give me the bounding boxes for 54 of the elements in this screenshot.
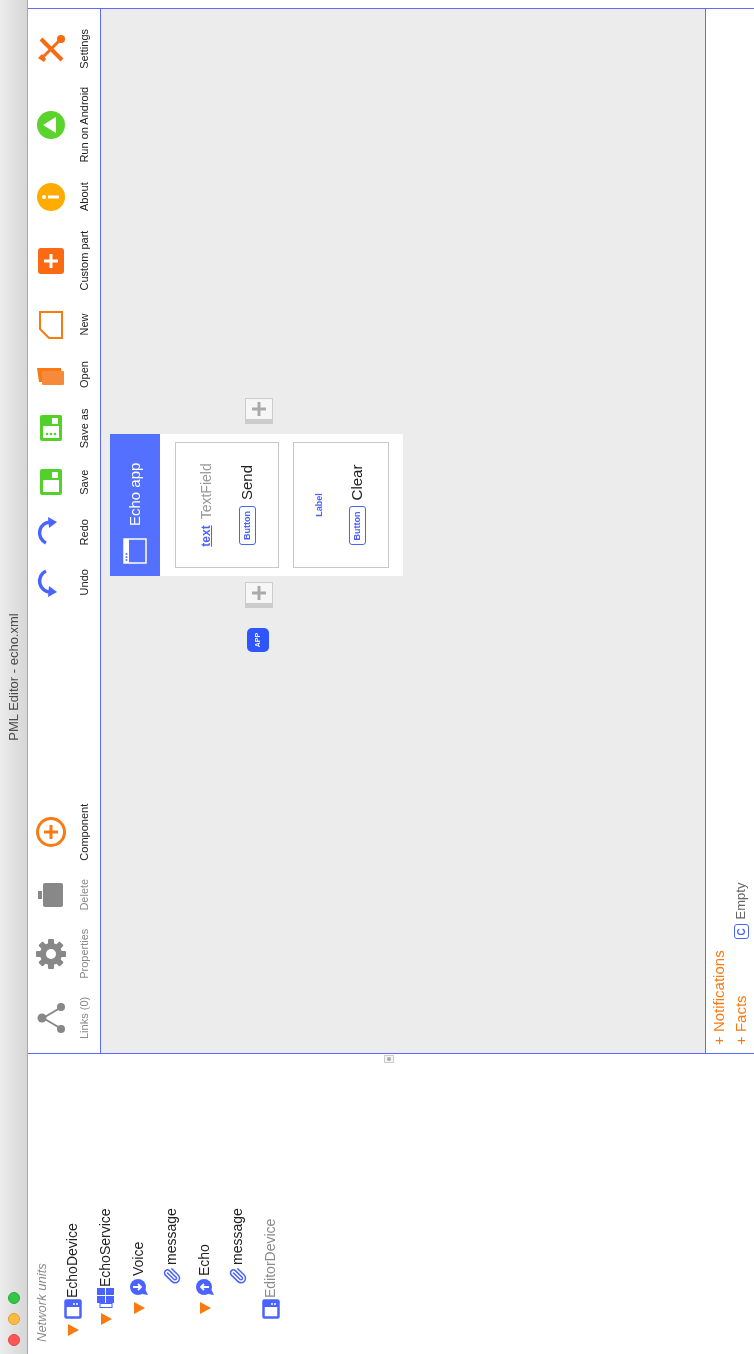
device-icon [260,1299,281,1319]
device-icon [62,1299,83,1319]
toolbar-button[interactable]: Component [35,799,93,865]
minimize-button[interactable] [8,1313,20,1325]
toolbar-button[interactable]: Custom part [35,226,93,295]
close-button[interactable] [8,1334,20,1346]
add-icon[interactable] [245,398,273,424]
toolbar-button[interactable]: Settings [35,25,93,73]
add-icon[interactable] [245,582,273,608]
grid-icon [95,1288,116,1308]
type-badge: Button [238,506,256,546]
settings-icon [35,937,68,970]
window-icon [123,538,147,564]
type-label: Label [313,493,326,517]
disclosure-triangle-icon[interactable] [65,1323,80,1337]
sidebar-heading: Network units [33,1262,50,1344]
tree-item[interactable]: message [227,1208,248,1265]
toolbar-button[interactable]: Save [35,462,93,503]
tree-item[interactable]: EchoDevice [62,1223,83,1298]
disclosure-triangle-icon[interactable] [98,1312,113,1326]
tree-item[interactable]: Voice [128,1241,149,1276]
splitter-handle[interactable] [384,1055,394,1063]
type-label: TextField [196,463,215,520]
toolbar-button[interactable]: New [35,304,93,345]
toolbar-button[interactable]: Undo [35,562,93,603]
network-icon [35,1001,68,1034]
facts-badge: C [733,924,749,940]
tree-item[interactable]: message [161,1208,182,1265]
card-title: Echo app [124,462,144,526]
paperclip-icon [162,1267,181,1285]
toolbar-button[interactable]: Run on Android [35,82,93,167]
speech-bubble-up-icon [194,1277,215,1297]
button-caption: Send [237,465,256,501]
component-row[interactable]: Label Button Clear [293,442,389,568]
paperclip-icon [228,1267,247,1285]
toolbar-button[interactable]: Redo [35,512,93,553]
button-caption: Clear [347,464,367,501]
add-icon [35,816,68,849]
binding-link[interactable]: text [197,525,215,547]
tree-item[interactable]: EchoService [95,1208,116,1287]
window-title: PML Editor - echo.xml [4,613,22,741]
facts-status: Empty [732,882,750,920]
zoom-button[interactable] [8,1292,20,1304]
disclosure-triangle-icon[interactable] [197,1301,212,1315]
toolbar-button[interactable]: About [35,176,93,217]
disclosure-triangle-icon[interactable] [131,1301,146,1315]
tree-item[interactable]: Echo [194,1244,215,1276]
info-icon [35,180,68,213]
toolbar-button[interactable]: Open [35,354,93,395]
type-badge: Button [348,506,367,546]
speech-bubble-down-icon [128,1277,149,1297]
play-icon [35,108,68,141]
component-row[interactable]: text TextField Button Send [175,442,279,568]
toolbar-button[interactable]: Save as [35,404,93,453]
